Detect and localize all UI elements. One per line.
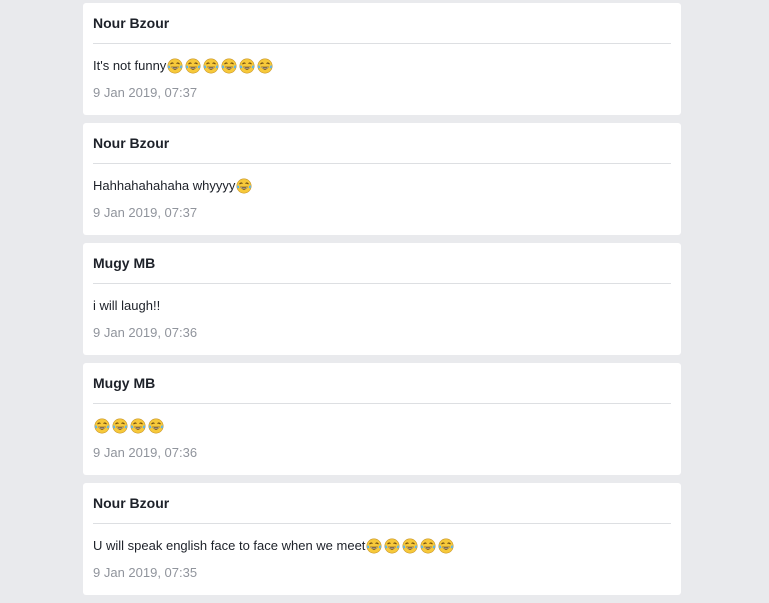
joy-emoji-icon: [94, 418, 110, 433]
message-text: Hahhahahahaha whyyyy: [93, 178, 236, 193]
joy-emoji-icon: [366, 538, 382, 553]
joy-emoji-icon: [221, 58, 237, 73]
message-divider: [93, 163, 671, 164]
message-card: Nour Bzour U will speak english face to …: [83, 483, 681, 595]
joy-emoji-icon: [239, 58, 255, 73]
joy-emoji-icon: [130, 418, 146, 433]
joy-emoji-icon: [185, 58, 201, 73]
joy-emoji-icon: [420, 538, 436, 553]
message-body: It's not funny: [93, 57, 273, 74]
message-sender: Mugy MB: [93, 375, 156, 391]
message-body: U will speak english face to face when w…: [93, 537, 454, 554]
message-timestamp: 9 Jan 2019, 07:37: [93, 85, 198, 100]
joy-emoji-icon: [203, 58, 219, 73]
message-body: Hahhahahahaha whyyyy: [93, 177, 252, 194]
message-timestamp: 9 Jan 2019, 07:36: [93, 325, 198, 340]
joy-emoji-icon: [438, 538, 454, 553]
message-text: i will laugh!!: [93, 298, 161, 313]
message-sender: Nour Bzour: [93, 495, 170, 511]
message-divider: [93, 283, 671, 284]
message-emojis: [236, 178, 252, 194]
message-card: Mugy MB 9 Jan 2019, 07:36: [83, 363, 681, 475]
message-thread: Nour Bzour It's not funny 9 Jan 2019, 07…: [83, 3, 681, 603]
message-divider: [93, 523, 671, 524]
message-timestamp: 9 Jan 2019, 07:36: [93, 445, 198, 460]
message-divider: [93, 43, 671, 44]
message-text: U will speak english face to face when w…: [93, 538, 366, 553]
message-sender: Mugy MB: [93, 255, 156, 271]
message-sender: Nour Bzour: [93, 15, 170, 31]
message-divider: [93, 403, 671, 404]
message-sender: Nour Bzour: [93, 135, 170, 151]
message-emojis: [366, 538, 454, 554]
message-emojis: [94, 418, 164, 434]
joy-emoji-icon: [148, 418, 164, 433]
message-card: Nour Bzour It's not funny 9 Jan 2019, 07…: [83, 3, 681, 115]
message-timestamp: 9 Jan 2019, 07:37: [93, 205, 198, 220]
joy-emoji-icon: [167, 58, 183, 73]
joy-emoji-icon: [112, 418, 128, 433]
message-body: [93, 417, 164, 434]
message-body: i will laugh!!: [93, 297, 160, 314]
joy-emoji-icon: [236, 178, 252, 193]
joy-emoji-icon: [402, 538, 418, 553]
joy-emoji-icon: [257, 58, 273, 73]
message-card: Nour Bzour Hahhahahahaha whyyyy 9 Jan 20…: [83, 123, 681, 235]
message-card: Mugy MB i will laugh!! 9 Jan 2019, 07:36: [83, 243, 681, 355]
message-emojis: [167, 58, 273, 74]
message-text: It's not funny: [93, 58, 167, 73]
joy-emoji-icon: [384, 538, 400, 553]
message-timestamp: 9 Jan 2019, 07:35: [93, 565, 198, 580]
